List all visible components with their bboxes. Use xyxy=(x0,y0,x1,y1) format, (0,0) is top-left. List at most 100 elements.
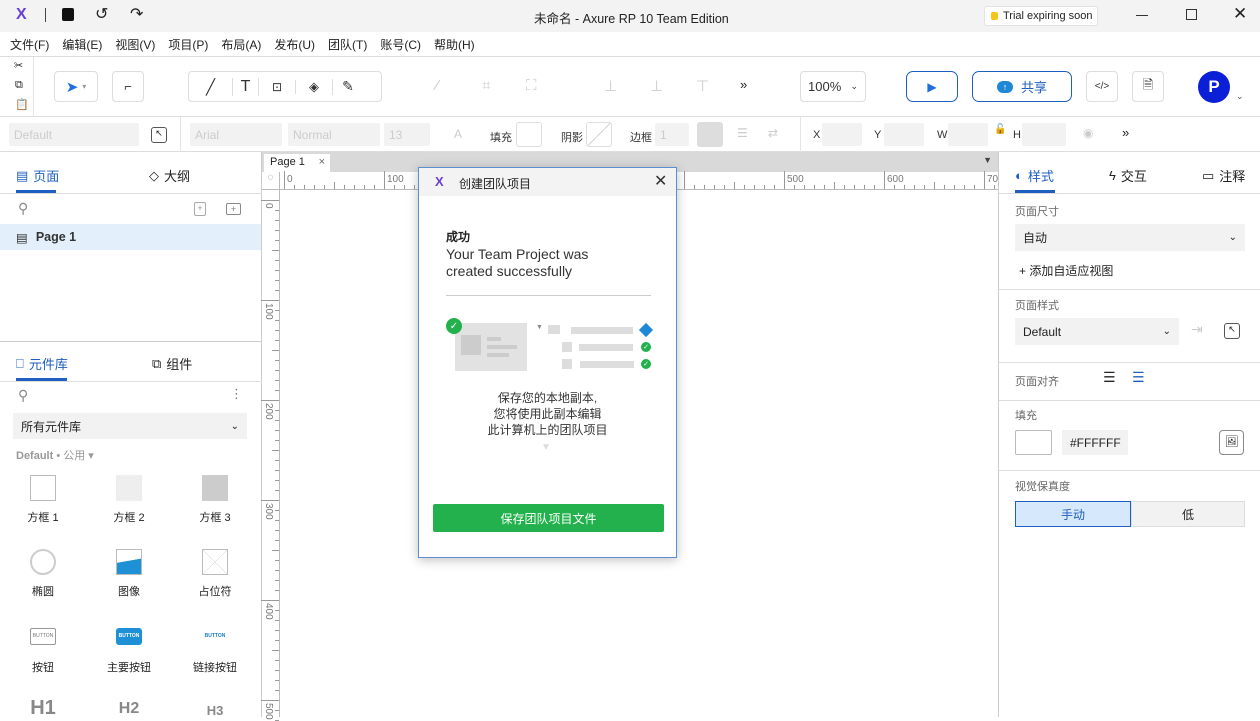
library-group-label[interactable]: Default • 公用 ▾ xyxy=(16,447,94,463)
menu-file[interactable]: 文件(F) xyxy=(10,36,49,53)
widget-primary-button[interactable]: BUTTON 主要按钮 xyxy=(89,628,169,675)
paste-icon[interactable]: 📋 xyxy=(15,98,29,111)
fill-color-swatch[interactable] xyxy=(1015,430,1052,455)
page-size-select[interactable]: 自动 ⌄ xyxy=(1015,224,1245,251)
widget-link-button[interactable]: BUTTON 链接按钮 xyxy=(175,628,255,675)
distribute-icon[interactable]: ⊤ xyxy=(696,77,709,95)
brush-icon[interactable]: ⁄ xyxy=(436,77,439,94)
connector-tool-button[interactable]: ⌐ xyxy=(112,71,144,102)
page-list-item[interactable]: ▤ Page 1 xyxy=(0,224,261,250)
share-button[interactable]: ↑ 共享 xyxy=(972,71,1072,102)
code-button[interactable]: </> xyxy=(1086,71,1118,102)
chevron-down-icon[interactable]: ⌄ xyxy=(1236,91,1244,102)
fill-hex-input[interactable]: #FFFFFF xyxy=(1062,430,1128,455)
avatar[interactable]: P xyxy=(1198,71,1230,103)
pen-tool-icon[interactable]: ✎ xyxy=(333,78,363,95)
edit-style-icon[interactable]: ↖ xyxy=(1224,323,1240,339)
more-vertical-icon[interactable]: ⋮ xyxy=(230,386,243,402)
add-folder-icon[interactable]: + xyxy=(226,203,241,215)
menu-layout[interactable]: 布局(A) xyxy=(221,36,261,53)
select-tool-button[interactable]: ➤ ▾ xyxy=(54,71,98,102)
ruler-origin-icon[interactable]: ◌ xyxy=(262,172,280,190)
tab-interactions[interactable]: ϟ 交互 xyxy=(1109,166,1147,185)
align-bottom-icon[interactable]: ⊥ xyxy=(604,77,617,95)
cut-icon[interactable]: ✂ xyxy=(14,59,23,72)
tab-style[interactable]: ◐ 样式 xyxy=(1015,166,1054,185)
add-adaptive-view-link[interactable]: + 添加自适应视图 xyxy=(1019,262,1113,279)
more-format-button[interactable]: » xyxy=(1122,125,1129,140)
save-team-project-button[interactable]: 保存团队项目文件 xyxy=(433,504,664,532)
minimize-button[interactable] xyxy=(1136,15,1148,16)
menu-team[interactable]: 团队(T) xyxy=(328,36,367,53)
tab-menu-icon[interactable]: ▼ xyxy=(983,155,992,165)
widget-ellipse[interactable]: 椭圆 xyxy=(3,549,83,599)
h-input[interactable] xyxy=(1022,123,1066,146)
align-left-icon[interactable]: ☰ xyxy=(1103,369,1116,386)
close-button[interactable]: ✕ xyxy=(1233,4,1247,24)
menu-project[interactable]: 项目(P) xyxy=(168,36,208,53)
apply-style-icon[interactable]: ⇥ xyxy=(1191,321,1203,338)
widget-box2[interactable]: 方框 2 xyxy=(89,475,169,525)
font-size-select[interactable]: 13 xyxy=(384,123,430,146)
menu-publish[interactable]: 发布(U) xyxy=(274,36,315,53)
tab-components[interactable]: ⧉ 组件 xyxy=(152,354,192,373)
copy-icon[interactable]: ⧉ xyxy=(15,79,23,92)
page-style-select[interactable]: Default ⌄ xyxy=(1015,318,1179,345)
widget-placeholder[interactable]: 占位符 xyxy=(175,549,255,599)
style-edit-icon[interactable]: ↖ xyxy=(151,127,167,143)
fidelity-low-button[interactable]: 低 xyxy=(1131,501,1245,527)
menu-account[interactable]: 账号(C) xyxy=(380,36,421,53)
undo-icon[interactable]: ↺ xyxy=(95,4,108,24)
x-input[interactable] xyxy=(822,123,862,146)
document-button[interactable]: 🗎 xyxy=(1132,71,1164,102)
fill-swatch[interactable] xyxy=(516,122,542,147)
more-tools-button[interactable]: » xyxy=(740,77,747,92)
add-page-icon[interactable]: + xyxy=(194,202,206,216)
page-tab[interactable]: Page 1 × xyxy=(264,154,330,172)
y-input[interactable] xyxy=(884,123,924,146)
close-dialog-button[interactable]: ✕ xyxy=(654,171,667,191)
library-select[interactable]: 所有元件库 ⌄ xyxy=(13,413,247,439)
tab-pages[interactable]: ▤ 页面 xyxy=(16,166,59,185)
widget-button[interactable]: BUTTON 按钮 xyxy=(3,628,83,675)
line-tool-icon[interactable]: ╱ xyxy=(189,77,233,96)
preview-button[interactable]: ▶ xyxy=(906,71,958,102)
border-color-swatch[interactable] xyxy=(697,122,723,147)
widget-h2[interactable]: H2 xyxy=(89,700,169,718)
tab-outline[interactable]: ◇ 大纲 xyxy=(149,166,190,185)
w-input[interactable] xyxy=(948,123,988,146)
shadow-swatch[interactable] xyxy=(586,122,612,147)
menu-view[interactable]: 视图(V) xyxy=(115,36,155,53)
layers-tool-icon[interactable]: ◈ xyxy=(296,78,333,95)
tab-library[interactable]: ⎕ 元件库 xyxy=(16,354,68,373)
close-tab-icon[interactable]: × xyxy=(319,156,325,168)
weight-select[interactable]: Normal xyxy=(288,123,380,146)
search-icon[interactable]: ⚲ xyxy=(18,387,28,404)
fidelity-manual-button[interactable]: 手动 xyxy=(1015,501,1131,527)
widget-h3[interactable]: H3 xyxy=(175,703,255,718)
border-width-input[interactable]: 1 xyxy=(655,123,689,146)
menu-help[interactable]: 帮助(H) xyxy=(434,36,475,53)
font-select[interactable]: Arial xyxy=(190,123,282,146)
textfield-tool-icon[interactable]: ⊡ xyxy=(259,79,296,94)
transform-icon[interactable]: ⛶ xyxy=(526,77,537,94)
menu-edit[interactable]: 编辑(E) xyxy=(62,36,102,53)
crop-icon[interactable]: ⌗ xyxy=(482,77,490,94)
search-icon[interactable]: ⚲ xyxy=(18,200,28,217)
redo-icon[interactable]: ↷ xyxy=(130,4,143,24)
widget-box1[interactable]: 方框 1 xyxy=(3,475,83,525)
widget-box3[interactable]: 方框 3 xyxy=(175,475,255,525)
arrow-style-icon[interactable]: ⇄ xyxy=(768,126,778,140)
lock-icon[interactable]: 🔓 xyxy=(994,124,1006,135)
zoom-select[interactable]: 100% ⌄ xyxy=(800,71,866,102)
visibility-icon[interactable]: ◉ xyxy=(1083,126,1093,140)
align-center-icon[interactable]: ☰ xyxy=(1132,369,1145,386)
trial-badge[interactable]: Trial expiring soon xyxy=(984,6,1098,26)
border-style-icon[interactable]: ☰ xyxy=(737,126,748,140)
save-icon[interactable] xyxy=(62,8,74,21)
tab-notes[interactable]: ▭ 注释 xyxy=(1202,166,1245,185)
style-select[interactable]: Default xyxy=(9,123,139,146)
widget-image[interactable]: 图像 xyxy=(89,549,169,599)
fill-image-icon[interactable]: 🖼 xyxy=(1219,430,1244,455)
text-tool-icon[interactable]: T xyxy=(233,77,259,96)
